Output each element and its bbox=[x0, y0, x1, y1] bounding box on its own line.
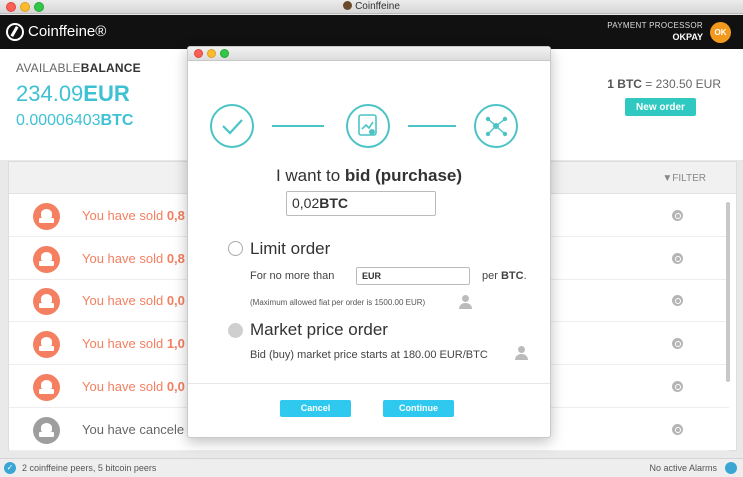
btc-amount-input[interactable]: 0,02BTC bbox=[286, 191, 436, 216]
scrollbar[interactable] bbox=[726, 202, 730, 382]
step-connector bbox=[272, 125, 324, 127]
dialog-zoom-button[interactable] bbox=[220, 49, 229, 58]
magnifier-icon[interactable] bbox=[672, 424, 683, 435]
dialog-titlebar bbox=[188, 47, 550, 61]
coinffeine-logo-icon bbox=[6, 23, 24, 41]
limit-order-radio[interactable] bbox=[228, 241, 243, 256]
user-icon bbox=[515, 346, 528, 360]
limit-price-input[interactable]: EUR bbox=[356, 267, 470, 285]
magnifier-icon[interactable] bbox=[672, 295, 683, 306]
limit-order-label[interactable]: Limit order bbox=[250, 239, 330, 259]
step-connector bbox=[408, 125, 456, 127]
new-order-dialog: I want to bid (purchase) 0,02BTC Limit o… bbox=[187, 46, 551, 438]
cancelled-order-icon bbox=[33, 417, 60, 444]
status-bar: ✓ 2 coinffeine peers, 5 bitcoin peers No… bbox=[0, 458, 743, 477]
btc-balance: 0.00006403BTC bbox=[16, 112, 134, 129]
sold-order-icon bbox=[33, 203, 60, 230]
new-order-button[interactable]: New order bbox=[625, 98, 696, 116]
continue-button[interactable]: Continue bbox=[383, 400, 454, 417]
user-icon bbox=[459, 295, 472, 309]
step-network-icon bbox=[474, 104, 518, 148]
filter-button[interactable]: ▼FILTER bbox=[662, 173, 706, 184]
sold-order-icon bbox=[33, 288, 60, 315]
cancel-button[interactable]: Cancel bbox=[280, 400, 351, 417]
sold-order-icon bbox=[33, 246, 60, 273]
step-done-icon bbox=[210, 104, 254, 148]
exchange-rate: 1 BTC = 230.50 EUR bbox=[607, 77, 721, 91]
peers-status: 2 coinffeine peers, 5 bitcoin peers bbox=[22, 463, 157, 473]
sold-order-icon bbox=[33, 374, 60, 401]
sold-order-icon bbox=[33, 331, 60, 358]
payment-processor-label: PAYMENT PROCESSOR bbox=[607, 21, 703, 30]
available-balance-label: AVAILABLEBALANCE bbox=[16, 61, 141, 75]
alarms-status: No active Alarms bbox=[649, 463, 717, 473]
dialog-divider bbox=[188, 383, 550, 384]
magnifier-icon[interactable] bbox=[672, 381, 683, 392]
order-intent-heading: I want to bid (purchase) bbox=[275, 166, 463, 185]
market-price-note: Bid (buy) market price starts at 180.00 … bbox=[250, 349, 488, 361]
max-fiat-note: (Maximum allowed fiat per order is 1500.… bbox=[250, 298, 426, 307]
brand-name: Coinffeine® bbox=[28, 23, 107, 40]
market-order-radio[interactable] bbox=[228, 323, 243, 338]
magnifier-icon[interactable] bbox=[672, 253, 683, 264]
step-order-icon bbox=[346, 104, 390, 148]
per-btc-text: per BTC. bbox=[482, 270, 527, 282]
network-check-icon: ✓ bbox=[4, 462, 16, 474]
coinffeine-app-icon bbox=[343, 1, 353, 10]
magnifier-icon[interactable] bbox=[672, 210, 683, 221]
alarm-icon[interactable] bbox=[725, 462, 737, 474]
market-order-label[interactable]: Market price order bbox=[250, 320, 388, 340]
eur-balance: 234.09EUR bbox=[16, 81, 130, 106]
window-titlebar: Coinffeine bbox=[0, 0, 743, 14]
magnifier-icon[interactable] bbox=[672, 338, 683, 349]
limit-prefix-text: For no more than bbox=[250, 270, 335, 282]
okpay-badge-icon[interactable]: OK bbox=[710, 22, 731, 43]
window-title: Coinffeine bbox=[0, 1, 743, 12]
payment-processor-name: OKPAY bbox=[672, 32, 703, 42]
dialog-close-button[interactable] bbox=[194, 49, 203, 58]
app-header: Coinffeine® PAYMENT PROCESSOR OKPAY OK bbox=[0, 15, 743, 49]
dialog-minimize-button[interactable] bbox=[207, 49, 216, 58]
